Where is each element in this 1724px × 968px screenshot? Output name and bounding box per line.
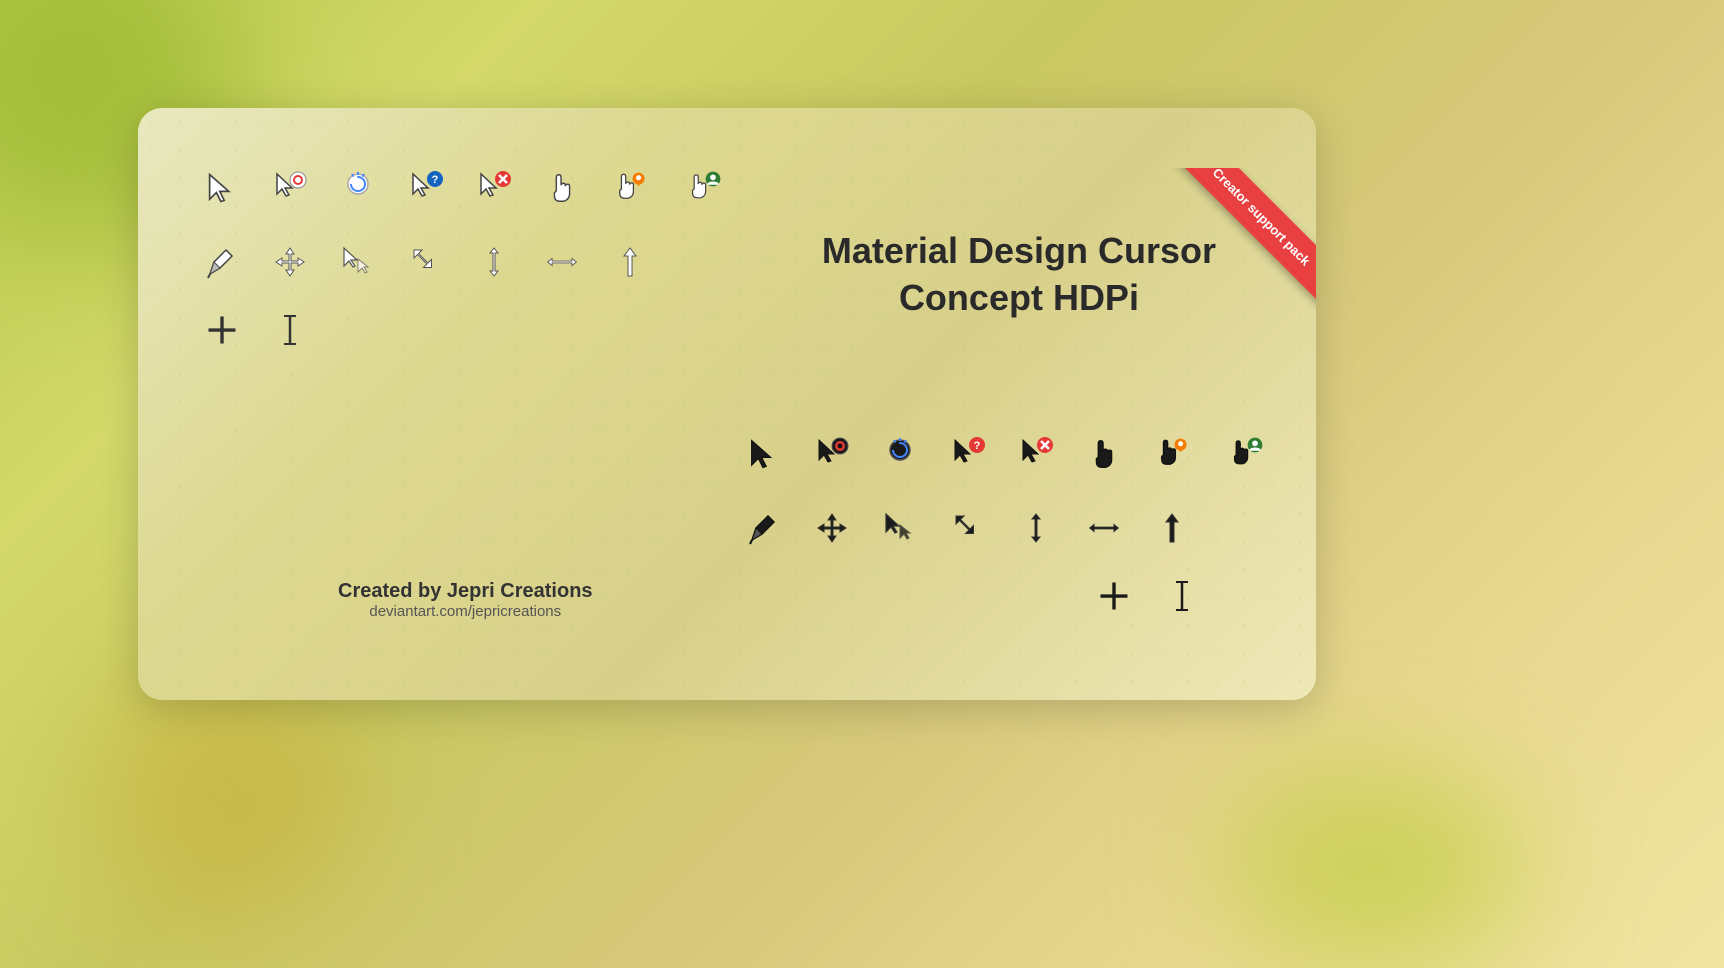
dark-cursor-crosshair [1090,572,1138,620]
cursor-text-ibeam [266,306,314,354]
dark-cursor-arrow [740,430,788,478]
dark-cursor-resize-up [1148,504,1196,552]
dark-cursor-resize-diagonal [944,504,992,552]
cursor-resize-diagonal [402,238,450,286]
dark-cursor-hand [1080,430,1128,478]
cursor-row-2 [198,238,734,286]
ribbon-wrap: Creator support pack [1126,168,1316,368]
cursor-hand-location [606,164,654,212]
white-cursor-section: ? [198,158,734,374]
dark-cursor-hand-location [1148,430,1196,478]
creator-support-ribbon: Creator support pack [1170,168,1316,308]
dark-cursor-row-1: ? [740,424,1276,484]
dark-cursor-row-3 [740,572,1276,620]
cursor-move [266,238,314,286]
cursor-loading [334,164,382,212]
dark-cursor-pen [740,504,788,552]
svg-text:?: ? [432,174,439,186]
svg-text:?: ? [974,440,981,452]
cursor-row-1: ? [198,158,734,218]
cursor-arrow-help: ? [402,164,450,212]
dark-cursor-loading [876,430,924,478]
dark-cursor-resize-horizontal [1080,504,1128,552]
bg-blob-bottomleft [100,668,350,918]
cursor-arrow-combo [334,238,382,286]
cursor-resize-up [606,238,654,286]
cursor-pen [198,238,246,286]
cursor-row-3 [198,306,734,354]
dark-cursor-resize-vh [1012,504,1060,552]
bg-blob-bottomright [1224,768,1524,968]
dark-cursor-hand-user [1216,424,1276,484]
dark-cursor-section: ? [740,424,1276,640]
creator-credit-section: Created by Jepri Creations deviantart.co… [338,580,593,620]
dark-cursor-arrow-help: ? [944,430,992,478]
main-card: Creator support pack [138,108,1316,700]
cursor-resize-vh [470,238,518,286]
cursor-arrow-circle [266,164,314,212]
creator-url: deviantart.com/jepricreations [338,603,593,620]
cursor-arrow-error [470,164,518,212]
cursor-hand-pointer [538,164,586,212]
dark-cursor-arrow-error [1012,430,1060,478]
dark-cursor-arrow-circle [808,430,856,478]
cursor-crosshair [198,306,246,354]
cursor-resize-horizontal [538,238,586,286]
creator-name: Created by Jepri Creations [338,580,593,603]
dark-cursor-text-ibeam [1158,572,1206,620]
dark-cursor-row-2 [740,504,1276,552]
dark-cursor-arrow-combo [876,504,924,552]
dark-cursor-move [808,504,856,552]
cursor-hand-user [674,158,734,218]
cursor-arrow-normal [198,164,246,212]
